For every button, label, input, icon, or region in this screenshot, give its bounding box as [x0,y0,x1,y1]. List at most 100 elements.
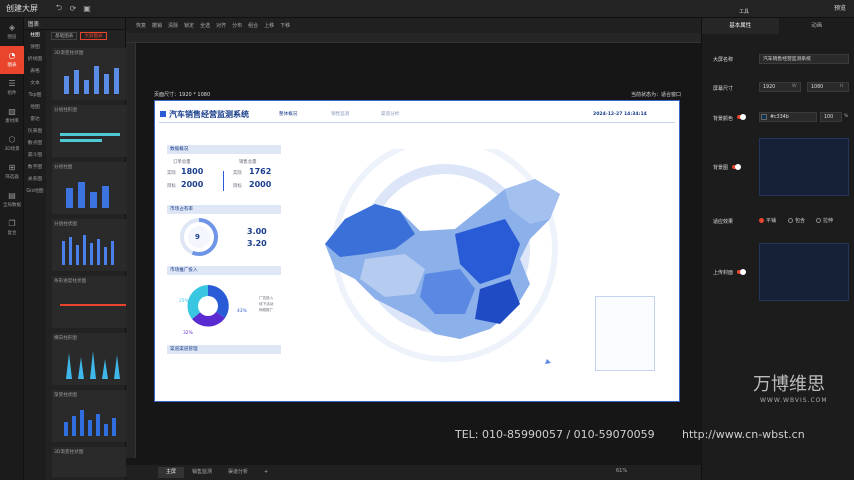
watermark-url: WWW.WBVIS.COM [760,397,828,404]
tool-select-all[interactable]: 全选 [200,22,210,29]
category-item[interactable]: 柱图 [24,30,46,42]
fit-label: 适应效果 [713,219,734,225]
dashboard-preview[interactable]: 汽车销售经营监测系统 整体概况 销售监测 渠道分析 2024-12-27 14:… [154,100,680,402]
tab-basic-props[interactable]: 基本属性 [702,18,779,34]
sales-label: 销售总量 [239,160,257,165]
rail-item-components[interactable]: ☰ 组件 [0,74,24,102]
copy-icon: ❐ [8,219,16,228]
ruler-horizontal [126,33,701,43]
category-item[interactable]: 雷达 [24,114,46,126]
undo-icon[interactable]: ⮌ [52,2,66,16]
page-tab-bar: 主屏 销售监测 渠道分析 + 61% [126,465,701,480]
thumb-label: 分组柱状图 [54,222,77,227]
filter-icon: ⊞ [8,163,16,172]
properties-panel: 基本属性 动画 大屏名称 汽车销售经营监测系统 屏幕尺寸 1920 W 1080… [701,18,854,480]
dash-tab-overview[interactable]: 整体概况 [279,111,297,117]
watermark-site: http://www.cn-wbst.cn [682,428,805,441]
tool-undo[interactable]: 撤销 [152,22,162,29]
tool-group[interactable]: 组合 [248,22,258,29]
save-icon[interactable]: ▣ [80,2,94,16]
page-size-label: 页面尺寸：1920 * 1080 [154,92,211,98]
rail-item-filter[interactable]: ⊞ 筛选器 [0,158,24,186]
rail-item-compose[interactable]: ❐ 复合 [0,214,24,242]
orders-label: 订单总量 [173,160,191,165]
tab-screen-charts[interactable]: 大屏图表 [80,32,107,40]
screen-name-input[interactable]: 汽车销售经营监测系统 [759,54,849,64]
bg-color-input[interactable]: #c334b [759,112,817,122]
tool-restore[interactable]: 恢复 [136,22,146,29]
sliders-icon: ☰ [8,79,16,88]
category-item[interactable]: 折线图 [24,54,46,66]
tool-lock[interactable]: 锁定 [184,22,194,29]
tab-animation[interactable]: 动画 [778,18,854,34]
tool-move-up[interactable]: 上移 [264,22,274,29]
thumb-label: 渐变柱状图 [54,393,77,398]
tool-align[interactable]: 对齐 [216,22,226,29]
dashboard-title: 汽车销售经营监测系统 [169,110,249,119]
thumb-preview [66,182,109,208]
edit-toolbar: 恢复 撤销 清除 锁定 全选 对齐 分布 组合 上移 下移 [126,18,701,33]
cover-toggle[interactable] [737,269,746,275]
thumb-label: 3D渐变柱状图 [54,450,84,455]
category-item[interactable]: 表格 [24,66,46,78]
app-title: 创建大屏 [6,4,38,13]
color-swatch[interactable] [761,114,767,120]
left-rail: ◈ 图层 ◔ 图表 ☰ 组件 ▧ 素材库 ⬡ 3D场景 ⊞ 筛选器 ▤ 全局数据 ❐ 复合 [0,18,24,480]
thumb-label: 横向柱形图 [54,336,77,341]
category-item[interactable]: 散点图 [24,138,46,150]
fit-tile-label: 平铺 [766,218,777,224]
category-item[interactable]: 文本 [24,78,46,90]
fit-contain-radio[interactable]: 包含 [788,217,805,224]
bg-color-toggle[interactable] [737,114,746,120]
redo-icon[interactable]: ⟳ [66,2,80,16]
page-tab-sales[interactable]: 销售监测 [184,467,220,478]
promotion-pie [187,285,229,327]
fit-stretch-radio[interactable]: 拉伸 [816,217,833,224]
category-item[interactable]: 数字图 [24,162,46,174]
dash-tab-channel[interactable]: 渠道分析 [381,111,399,117]
tab-basic-charts[interactable]: 基础图表 [51,32,78,40]
bg-image-toggle[interactable] [732,164,741,170]
thumb-label: 分组柱形图 [54,108,77,113]
fit-tile-radio[interactable]: 平铺 [759,217,776,224]
page-tab-channel[interactable]: 渠道分析 [220,467,256,478]
sales-today-value: 1762 [249,167,272,176]
divider [223,171,224,191]
fit-stretch-label: 拉伸 [823,218,834,224]
category-item[interactable]: 仪表盘 [24,126,46,138]
preview-button[interactable]: 预览 [834,3,846,12]
category-item[interactable]: 饼图 [24,42,46,54]
category-item[interactable]: Top图 [24,90,46,102]
tool-distribute[interactable]: 分布 [232,22,242,29]
tool-move-down[interactable]: 下移 [280,22,290,29]
pie-legend-2: 线下活动 [259,302,274,306]
rail-item-data[interactable]: ▤ 全局数据 [0,186,24,214]
add-page-icon[interactable]: + [256,467,276,478]
opacity-input[interactable]: 100 [820,112,842,122]
component-panel: 图表 柱图 饼图 折线图 表格 文本 Top图 地图 雷达 仪表盘 散点图 漏斗… [24,18,146,480]
thumb-preview [62,235,114,265]
rail-label: 3D场景 [4,147,20,152]
category-item[interactable]: Gis地图 [24,186,46,198]
tool-clear[interactable]: 清除 [168,22,178,29]
rail-item-media[interactable]: ▧ 素材库 [0,102,24,130]
fit-contain-label: 包含 [795,218,806,224]
thumb-label: 分组柱图 [54,165,73,170]
canvas-area: 恢复 撤销 清除 锁定 全选 对齐 分布 组合 上移 下移 页面尺寸：1920 … [126,18,701,480]
page-tab-main[interactable]: 主屏 [158,467,185,478]
layers-icon: ◈ [8,23,16,32]
category-item[interactable]: 地图 [24,102,46,114]
thumb-label: 条形进度柱状图 [54,279,87,284]
dashboard-time: 2024-12-27 14:34:14 [593,112,647,117]
rail-item-charts[interactable]: ◔ 图表 [0,46,24,74]
zoom-level[interactable]: 61% [616,468,627,474]
rail-item-3d[interactable]: ⬡ 3D场景 [0,130,24,158]
today-label: 实际 [233,171,242,176]
category-item[interactable]: 漏斗图 [24,150,46,162]
rail-item-layers[interactable]: ◈ 图层 [0,18,24,46]
thumb-preview [64,66,119,94]
category-item[interactable]: 关系图 [24,174,46,186]
dash-tab-sales[interactable]: 销售监测 [331,111,349,117]
bg-image-upload[interactable] [759,138,849,196]
cover-upload[interactable] [759,243,849,301]
